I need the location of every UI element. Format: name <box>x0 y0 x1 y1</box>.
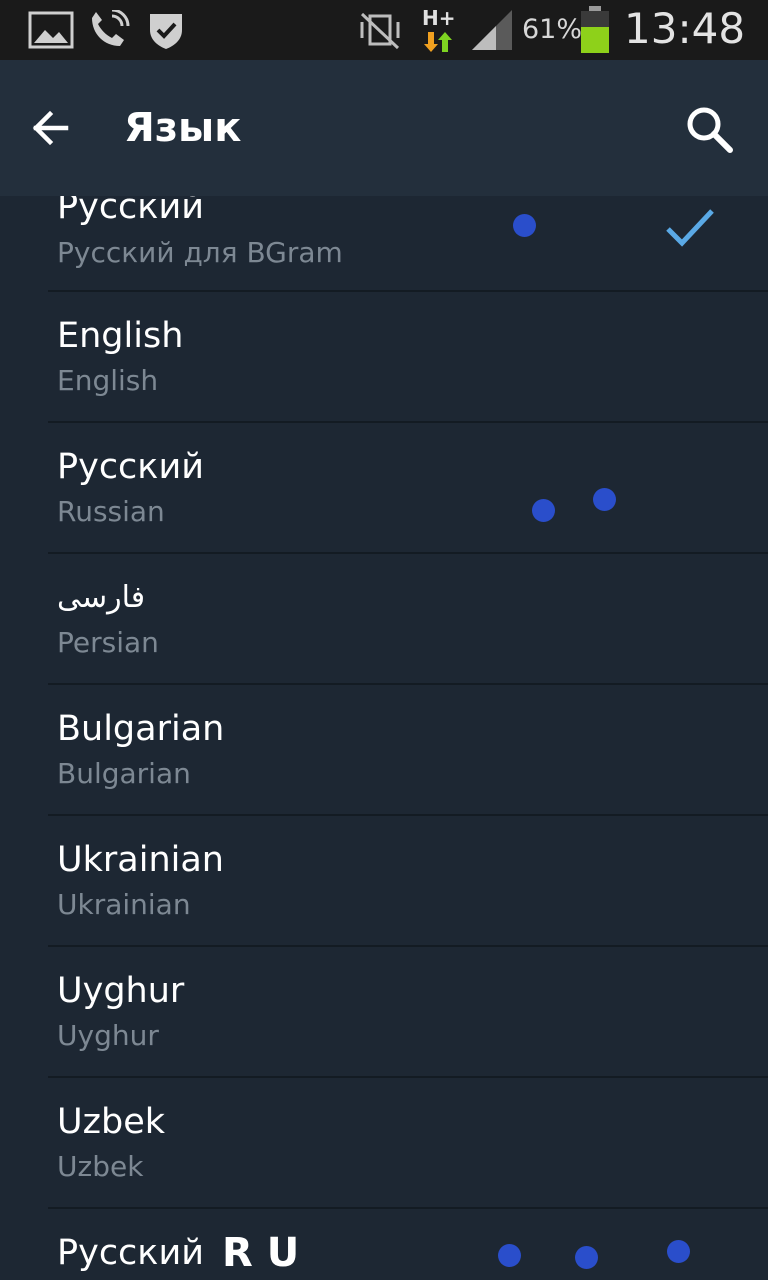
network-data-icon <box>424 32 452 52</box>
language-subtitle: Uzbek <box>57 1150 144 1183</box>
language-badge: R U <box>222 1230 300 1276</box>
language-subtitle: Русский для BGram <box>57 236 343 269</box>
network-type-label: H+ <box>422 6 456 30</box>
shield-icon <box>150 14 182 49</box>
language-item[interactable]: Русский Русский для BGram <box>0 196 768 292</box>
language-subtitle: Bulgarian <box>57 757 191 790</box>
overlay-dot <box>667 1240 690 1263</box>
language-item[interactable]: English English <box>0 292 768 423</box>
language-name: English <box>57 316 184 356</box>
arrow-back-icon[interactable] <box>26 104 74 152</box>
language-subtitle: Persian <box>57 626 159 659</box>
language-name: Русский <box>57 196 204 227</box>
language-item[interactable]: Ukrainian Ukrainian <box>0 816 768 947</box>
overlay-dot <box>513 214 536 237</box>
overlay-dot <box>498 1244 521 1267</box>
status-bar: H+ 61% 13:48 <box>0 0 768 60</box>
signal-icon <box>472 10 512 50</box>
language-name: Uyghur <box>57 971 185 1011</box>
language-subtitle: English <box>57 364 159 397</box>
gallery-icon <box>28 11 74 49</box>
language-subtitle: Uyghur <box>57 1019 159 1052</box>
language-item[interactable]: Русский R U <box>0 1209 768 1280</box>
language-name: Русский <box>57 447 204 487</box>
battery-icon <box>581 6 609 53</box>
language-name: Ukrainian <box>57 840 224 880</box>
language-name: فارسی <box>57 580 146 615</box>
overlay-dot <box>532 499 555 522</box>
language-item[interactable]: Uzbek Uzbek <box>0 1078 768 1209</box>
battery-percent: 61% <box>522 14 583 45</box>
language-item[interactable]: فارسی Persian <box>0 554 768 685</box>
language-name: Uzbek <box>57 1102 166 1142</box>
call-icon <box>92 10 130 46</box>
language-subtitle: Russian <box>57 495 165 528</box>
page-title: Язык <box>124 105 242 151</box>
overlay-dot <box>593 488 616 511</box>
language-item[interactable]: Uyghur Uyghur <box>0 947 768 1078</box>
language-name: Русский <box>57 1233 204 1273</box>
language-list: Русский Русский для BGram English Englis… <box>0 196 768 1280</box>
checkmark-icon <box>666 209 714 247</box>
language-item[interactable]: Bulgarian Bulgarian <box>0 685 768 816</box>
language-subtitle: Ukrainian <box>57 888 191 921</box>
action-bar: Язык <box>0 60 768 196</box>
clock: 13:48 <box>624 4 746 53</box>
overlay-dot <box>575 1246 598 1269</box>
language-item[interactable]: Русский Russian <box>0 423 768 554</box>
search-icon[interactable] <box>682 102 738 158</box>
language-name: Bulgarian <box>57 709 225 749</box>
vibrate-mute-icon <box>360 12 400 50</box>
